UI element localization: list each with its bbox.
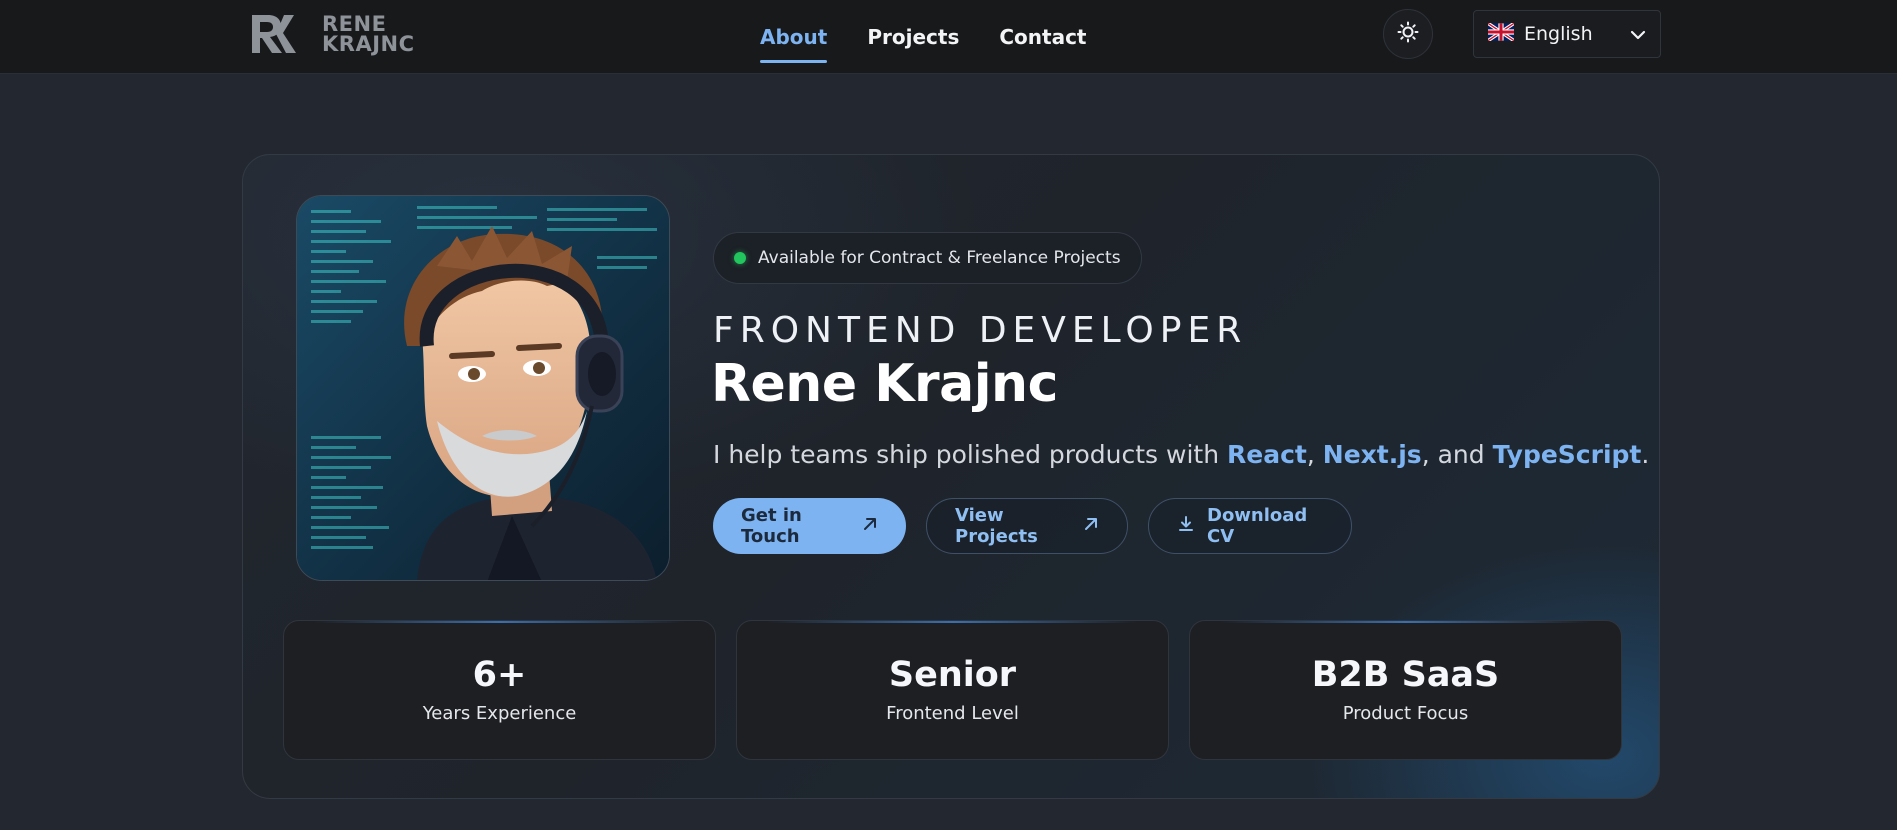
chevron-down-icon <box>1630 23 1646 45</box>
tech-react: React <box>1227 440 1307 469</box>
tagline-prefix: I help teams ship polished products with <box>713 440 1228 469</box>
rk-monogram-icon <box>250 13 308 55</box>
main-nav: About Projects Contact <box>760 0 1087 74</box>
stat-card-experience: 6+ Years Experience <box>283 620 716 760</box>
download-cv-label: Download CV <box>1207 505 1308 547</box>
download-cv-button[interactable]: Download CV <box>1148 498 1352 554</box>
hero-card: Available for Contract & Freelance Proje… <box>242 154 1660 799</box>
theme-toggle-button[interactable] <box>1383 9 1433 59</box>
role-title: FRONTEND DEVELOPER <box>713 310 1248 351</box>
sun-icon <box>1397 21 1419 47</box>
arrow-up-right-icon <box>862 516 878 537</box>
download-icon <box>1177 515 1195 538</box>
get-in-touch-label: Get in Touch <box>741 505 802 547</box>
stat-value: Senior <box>888 655 1017 695</box>
uk-flag-icon <box>1487 21 1515 46</box>
stat-label: Years Experience <box>422 703 577 724</box>
nav-link-contact[interactable]: Contact <box>999 25 1086 49</box>
stat-value: 6+ <box>472 655 527 695</box>
view-projects-label: View Projects <box>955 505 1038 547</box>
availability-text: Available for Contract & Freelance Proje… <box>758 248 1121 268</box>
tech-nextjs: Next.js <box>1322 440 1422 469</box>
person-name: Rene Krajnc <box>711 354 1058 414</box>
stat-card-focus: B2B SaaS Product Focus <box>1189 620 1622 760</box>
nav-link-about[interactable]: About <box>760 25 828 63</box>
stat-card-level: Senior Frontend Level <box>736 620 1169 760</box>
site-logo[interactable]: RENE KRAJNC <box>250 12 415 56</box>
avatar-illustration <box>296 195 670 581</box>
top-navigation-bar: RENE KRAJNC About Projects Contact Engli… <box>0 0 1897 74</box>
arrow-up-right-icon <box>1083 516 1099 537</box>
hero-actions: Get in Touch View Projects Download CV <box>713 498 1352 554</box>
tagline: I help teams ship polished products with… <box>713 440 1649 469</box>
stats-row: 6+ Years Experience Senior Frontend Leve… <box>283 620 1622 760</box>
stat-label: Frontend Level <box>886 703 1019 724</box>
tagline-sep1: , <box>1306 440 1323 469</box>
status-dot-icon <box>734 252 746 264</box>
language-label: English <box>1524 23 1593 45</box>
tagline-suffix: . <box>1641 440 1650 469</box>
get-in-touch-button[interactable]: Get in Touch <box>713 498 906 554</box>
logo-text: RENE KRAJNC <box>322 12 415 56</box>
stat-label: Product Focus <box>1342 703 1469 724</box>
logo-last-name: KRAJNC <box>322 32 415 56</box>
tech-typescript: TypeScript <box>1492 440 1642 469</box>
availability-badge: Available for Contract & Freelance Proje… <box>713 232 1142 284</box>
nav-link-projects[interactable]: Projects <box>867 25 959 49</box>
language-select[interactable]: English <box>1473 10 1661 58</box>
tagline-sep2: , and <box>1421 440 1493 469</box>
view-projects-button[interactable]: View Projects <box>926 498 1128 554</box>
logo-first-name: RENE <box>322 12 387 36</box>
stat-value: B2B SaaS <box>1311 655 1500 695</box>
